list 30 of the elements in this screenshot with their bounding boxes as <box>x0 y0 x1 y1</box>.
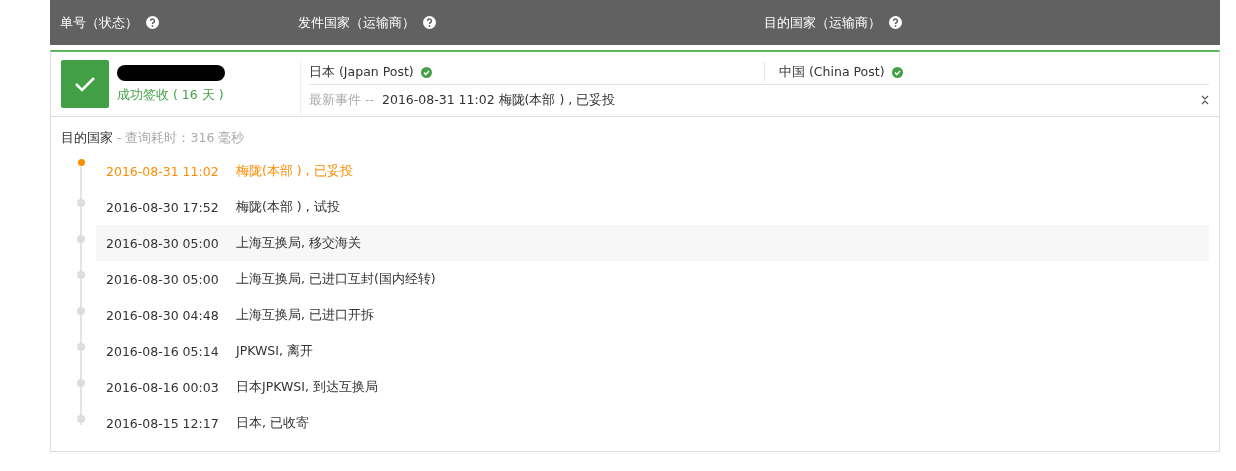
event-time: 2016-08-30 05:00 <box>106 235 220 251</box>
section-title: 目的国家 <box>61 129 113 147</box>
collapse-icon[interactable] <box>1201 95 1209 105</box>
event-description: 日本JPKWSI, 到达互换局 <box>236 378 378 396</box>
event-description: 梅陇(本部 ) , 已妥投 <box>236 162 353 180</box>
origin-carrier: 日本 (Japan Post) <box>309 63 414 81</box>
latest-event-text: 2016-08-31 11:02 梅陇(本部 ) , 已妥投 <box>382 91 616 109</box>
event-description: JPKWSI, 离开 <box>236 342 313 360</box>
query-time-note: - 查询耗时：316 毫秒 <box>117 129 245 147</box>
help-icon[interactable] <box>423 16 436 29</box>
latest-event-label: 最新事件 -- <box>309 91 374 109</box>
event-description: 日本, 已收寄 <box>236 414 309 432</box>
destination-carrier: 中国 (China Post) <box>779 63 885 81</box>
event-time: 2016-08-30 17:52 <box>106 199 220 215</box>
event-time: 2016-08-30 04:48 <box>106 307 220 323</box>
event-time: 2016-08-31 11:02 <box>106 163 220 179</box>
event-time: 2016-08-16 05:14 <box>106 343 220 359</box>
event-description: 上海互换局, 移交海关 <box>236 234 361 252</box>
column-heading: 目的国家（运输商） <box>764 13 881 32</box>
column-heading: 单号（状态） <box>60 13 138 32</box>
event-description: 梅陇(本部 ) , 试投 <box>236 198 340 216</box>
status-text: 成功签收 ( 16 天 ) <box>117 86 225 104</box>
event-time: 2016-08-15 12:17 <box>106 415 220 431</box>
help-icon[interactable] <box>146 16 159 29</box>
event-description: 上海互换局, 已进口互封(国内经转) <box>236 270 436 288</box>
column-heading: 发件国家（运输商） <box>298 13 415 32</box>
event-time: 2016-08-30 05:00 <box>106 271 220 287</box>
event-time: 2016-08-16 00:03 <box>106 379 220 395</box>
event-description: 上海互换局, 已进口开拆 <box>236 306 374 324</box>
help-icon[interactable] <box>889 16 902 29</box>
